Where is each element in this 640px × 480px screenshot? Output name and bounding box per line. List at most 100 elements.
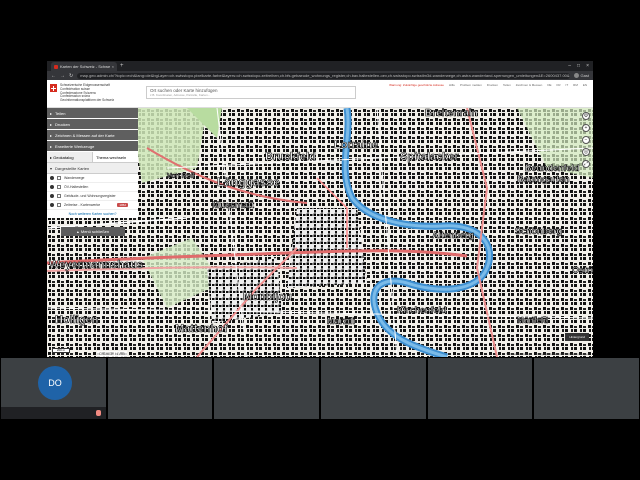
map-label: Spitalacker	[400, 151, 459, 163]
layer-label: Zeitreise - Kartenwerke	[64, 203, 101, 207]
privacy-link[interactable]: Copyright & Datenschutzbestimmungen	[536, 352, 589, 356]
app-header: Schweizerische Eidgenossenschaft Confédé…	[47, 80, 593, 108]
forward-icon[interactable]: →	[60, 73, 65, 79]
help-link[interactable]: Hilfe	[449, 83, 455, 87]
browser-tab[interactable]: Karten der Schweiz - Schweizeri… ×	[51, 62, 117, 71]
close-window-button[interactable]: ×	[586, 62, 589, 71]
print-link[interactable]: Drucken	[487, 83, 498, 87]
report-problem-link[interactable]: Problem melden	[460, 83, 482, 87]
chevron-down-icon: ▾	[49, 165, 52, 171]
map-label: Marzili	[327, 316, 355, 326]
fullscreen-icon[interactable]: ⤢	[582, 160, 590, 168]
meeting-participant-strip: DO	[0, 358, 640, 419]
map-label: Weyermannshaus	[49, 259, 143, 271]
lang-rm[interactable]: RM	[573, 83, 578, 87]
checkbox-icon[interactable]	[57, 176, 61, 180]
map-label: Baumgarten	[517, 174, 570, 184]
map-label: Ostring	[572, 265, 593, 275]
map-label: Muesmatt	[212, 200, 254, 210]
new-tab-button[interactable]: +	[120, 62, 124, 71]
background-selector[interactable]: Hintergrund	[565, 333, 589, 341]
chevron-right-icon: ▸	[50, 110, 53, 116]
checkbox-icon[interactable]	[57, 194, 61, 198]
search-input[interactable]: Ort suchen oder Karte hinzufügen z.B. Ko…	[146, 86, 356, 99]
layer-item[interactable]: ÖV-Haltestellen	[47, 183, 138, 192]
participant-tile[interactable]	[214, 358, 320, 419]
sidebar-item-tools[interactable]: ▸ Erweiterte Werkzeuge	[47, 141, 138, 152]
year-badge[interactable]: 1952	[117, 203, 128, 207]
reload-icon[interactable]: ↻	[69, 73, 73, 79]
draw-link[interactable]: Zeichnen & Messen	[516, 83, 543, 87]
section-label: Dargestellte Karten	[55, 165, 90, 171]
header-links: Warnung: Zukünftige geschützte Adresse H…	[389, 83, 587, 87]
tab-title: Karten der Schweiz - Schweizeri…	[60, 64, 110, 69]
displayed-maps-header[interactable]: ▾ Dargestellte Karten	[47, 163, 138, 174]
sidebar-item-share[interactable]: ▸ Teilen	[47, 108, 138, 119]
layer-item[interactable]: Wanderwege	[47, 174, 138, 183]
sidebar-item-label: Zeichnen & Messen auf der Karte	[55, 132, 115, 138]
close-menu-label: Menü schließen	[80, 229, 110, 234]
participant-tile[interactable]	[107, 358, 213, 419]
layer-toggle-icon[interactable]	[50, 203, 54, 207]
sidebar-item-print[interactable]: ▸ Drucken	[47, 119, 138, 130]
map-footer-left: CH1903+ / LV95	[97, 351, 127, 357]
chevron-right-icon: ▸	[50, 132, 53, 138]
map-label: Breitenrain	[425, 108, 478, 119]
layer-toggle-icon[interactable]	[50, 176, 54, 180]
checkbox-icon[interactable]	[57, 185, 61, 189]
settings-icon[interactable]: ⚙	[582, 112, 590, 120]
tab-label: Geokatalog	[53, 154, 74, 160]
layer-toggle-icon[interactable]	[50, 185, 54, 189]
warning-link[interactable]: Warnung: Zukünftige geschützte Adresse	[389, 83, 444, 87]
chevron-right-icon: ▸	[50, 143, 53, 149]
zoom-out-icon[interactable]: −	[582, 136, 590, 144]
tab-strip: Karten der Schweiz - Schweizeri… × + – □…	[47, 61, 593, 71]
minimize-button[interactable]: –	[568, 62, 571, 71]
maximize-button[interactable]: □	[577, 62, 580, 71]
layer-item[interactable]: Gebäude- und Wohnungsregister	[47, 192, 138, 201]
profile-button[interactable]: Gast	[573, 73, 589, 78]
map-label: Murifeld	[517, 316, 548, 325]
tab-close-icon[interactable]: ×	[112, 64, 114, 69]
tab-change-topic[interactable]: Thema wechseln	[93, 152, 138, 162]
avatar: DO	[38, 366, 72, 400]
layer-label: ÖV-Haltestellen	[64, 185, 89, 189]
confederation-logo[interactable]: Schweizerische Eidgenossenschaft Confédé…	[47, 80, 142, 107]
lang-de[interactable]: DE	[547, 83, 551, 87]
map-label: Schönberg	[515, 226, 562, 236]
map-footer-right: © Daten: swisstopo Copyright & Datenschu…	[506, 352, 589, 356]
address-bar-row: ← → ↻ map.geo.admin.ch/?topic=ech&lang=d…	[47, 71, 593, 80]
map-label: Lorraine	[334, 139, 378, 151]
search-hint: z.B. Koordinaten, Adresse, Parzelle, Kar…	[150, 93, 211, 97]
participant-tile[interactable]	[321, 358, 426, 419]
tab-geocatalog[interactable]: ▸ Geokatalog	[47, 152, 93, 162]
layer-toggle-icon[interactable]	[50, 194, 54, 198]
map-label: Monbijou	[243, 291, 292, 303]
sidebar-item-draw[interactable]: ▸ Zeichnen & Messen auf der Karte	[47, 130, 138, 141]
share-link[interactable]: Teilen	[503, 83, 511, 87]
locate-icon[interactable]: ◎	[582, 148, 590, 156]
map-label: Altenberg	[432, 230, 474, 240]
layer-label: Gebäude- und Wohnungsregister	[64, 194, 116, 198]
close-menu-button[interactable]: ▴ Menü schließen	[61, 227, 125, 236]
swiss-flag-icon	[50, 84, 57, 92]
participant-tile[interactable]	[427, 358, 533, 419]
participant-tile[interactable]	[534, 358, 640, 419]
avatar-icon	[573, 73, 579, 78]
more-maps-link[interactable]: Noch weiteren Karten suchen?	[47, 210, 138, 218]
projection-select[interactable]: CH1903+ / LV95	[99, 352, 125, 356]
participant-tile[interactable]: DO	[1, 358, 106, 419]
layer-item[interactable]: Zeitreise - Kartenwerke 1952	[47, 201, 138, 210]
chevron-right-icon: ▸	[50, 121, 53, 127]
lang-it[interactable]: IT	[565, 83, 568, 87]
lang-en[interactable]: EN	[583, 83, 587, 87]
copyright-text: © Daten: swisstopo	[506, 352, 533, 356]
zoom-in-icon[interactable]: +	[582, 124, 590, 132]
browser-window: Karten der Schweiz - Schweizeri… × + – □…	[47, 61, 593, 357]
url-field[interactable]: map.geo.admin.ch/?topic=ech&lang=de&bgLa…	[77, 72, 570, 79]
back-icon[interactable]: ←	[51, 73, 56, 79]
map-label: Beundenfeld	[525, 163, 580, 173]
lang-fr[interactable]: FR	[556, 83, 560, 87]
chevron-up-icon: ▴	[76, 229, 79, 234]
checkbox-icon[interactable]	[57, 203, 61, 207]
